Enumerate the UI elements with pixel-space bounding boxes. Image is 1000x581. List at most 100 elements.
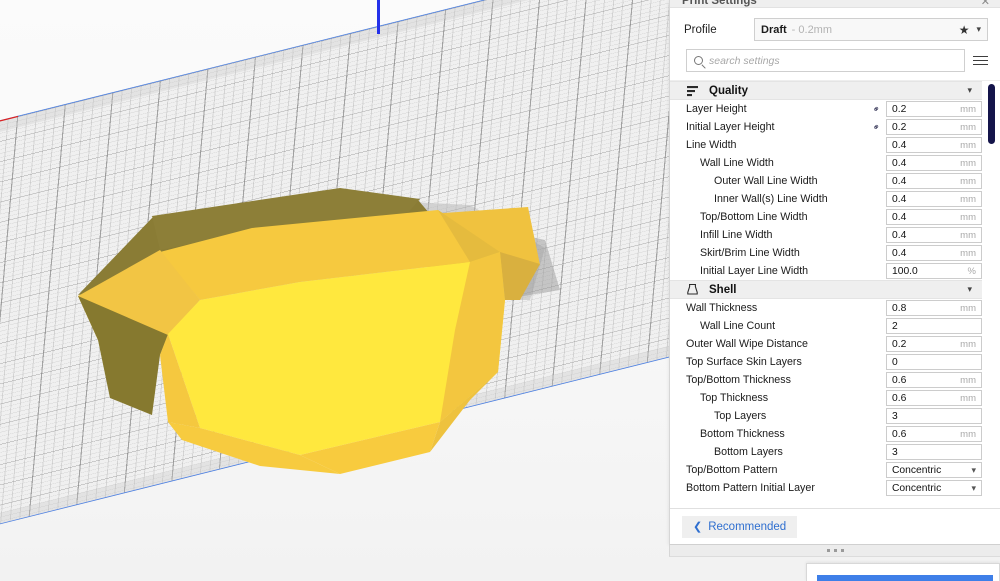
- setting-value-input[interactable]: 0.4 mm: [886, 245, 982, 261]
- setting-label: Inner Wall(s) Line Width: [714, 193, 828, 205]
- model-object[interactable]: [0, 0, 680, 520]
- chevron-down-icon[interactable]: ▾: [971, 465, 976, 476]
- chevron-down-icon[interactable]: ▾: [976, 24, 981, 35]
- setting-unit: mm: [960, 247, 976, 259]
- setting-unit: mm: [960, 338, 976, 350]
- section-header-shell[interactable]: Shell ▾: [670, 280, 982, 299]
- search-input[interactable]: search settings: [686, 49, 965, 72]
- setting-value-input[interactable]: 0.4 mm: [886, 173, 982, 189]
- setting-value: 0.4: [892, 211, 907, 223]
- recommended-button[interactable]: ❮ Recommended: [682, 515, 798, 538]
- setting-row[interactable]: Bottom Pattern Initial Layer Concentric ▾: [670, 479, 982, 497]
- setting-value: Concentric: [892, 464, 942, 476]
- setting-unit: mm: [960, 428, 976, 440]
- setting-value: 0.4: [892, 175, 907, 187]
- setting-row[interactable]: Wall Line Width 0.4 mm: [670, 154, 982, 172]
- setting-row[interactable]: Outer Wall Wipe Distance 0.2 mm: [670, 335, 982, 353]
- setting-value-input[interactable]: 0.4 mm: [886, 227, 982, 243]
- chevron-down-icon[interactable]: ▾: [967, 284, 972, 295]
- setting-value: Concentric: [892, 482, 942, 494]
- setting-value-input[interactable]: 0.4 mm: [886, 209, 982, 225]
- setting-label: Wall Thickness: [686, 302, 758, 314]
- setting-row[interactable]: Top/Bottom Pattern Concentric ▾: [670, 461, 982, 479]
- setting-row[interactable]: Layer Height ⚭ 0.2 mm: [670, 100, 982, 118]
- hamburger-menu-icon[interactable]: [973, 55, 988, 66]
- setting-value-input[interactable]: 0.2 mm: [886, 101, 982, 117]
- setting-row[interactable]: Top/Bottom Thickness 0.6 mm: [670, 371, 982, 389]
- setting-value: 0.6: [892, 428, 907, 440]
- section-header-quality[interactable]: Quality ▾: [670, 81, 982, 100]
- close-icon[interactable]: ✕: [981, 0, 990, 7]
- setting-row[interactable]: Outer Wall Line Width 0.4 mm: [670, 172, 982, 190]
- chevron-down-icon[interactable]: ▾: [971, 483, 976, 494]
- print-settings-panel[interactable]: Print Settings ✕ Profile Draft - 0.2mm ★…: [669, 0, 1000, 545]
- setting-value: 0.4: [892, 193, 907, 205]
- link-chain-icon[interactable]: ⚭: [871, 102, 884, 115]
- link-chain-icon[interactable]: ⚭: [871, 120, 884, 133]
- setting-value-input[interactable]: 0.8 mm: [886, 300, 982, 316]
- setting-value-input[interactable]: 0: [886, 354, 982, 370]
- setting-row[interactable]: Bottom Thickness 0.6 mm: [670, 425, 982, 443]
- setting-value: 2: [892, 320, 898, 332]
- setting-label: Wall Line Count: [700, 320, 776, 332]
- setting-label: Top/Bottom Line Width: [700, 211, 808, 223]
- setting-value-input[interactable]: 0.4 mm: [886, 155, 982, 171]
- setting-value-input[interactable]: 3: [886, 408, 982, 424]
- setting-row[interactable]: Top/Bottom Line Width 0.4 mm: [670, 208, 982, 226]
- search-icon: [694, 56, 703, 65]
- panel-resize-grip[interactable]: [669, 545, 1000, 557]
- chevron-left-icon: ❮: [693, 521, 703, 533]
- setting-value: 0.6: [892, 374, 907, 386]
- setting-select[interactable]: Concentric ▾: [886, 462, 982, 478]
- setting-row[interactable]: Top Thickness 0.6 mm: [670, 389, 982, 407]
- setting-label: Layer Height: [686, 103, 747, 115]
- hamburger-line: [973, 63, 988, 66]
- setting-row[interactable]: Wall Line Count 2: [670, 317, 982, 335]
- bottom-right-panel[interactable]: [806, 563, 1000, 581]
- setting-row[interactable]: Initial Layer Line Width 100.0%: [670, 262, 982, 280]
- setting-value-input[interactable]: 0.4 mm: [886, 191, 982, 207]
- settings-scrollbar[interactable]: [987, 81, 996, 508]
- setting-value-input[interactable]: 0.2 mm: [886, 336, 982, 352]
- setting-label: Skirt/Brim Line Width: [700, 247, 800, 259]
- setting-label: Line Width: [686, 139, 737, 151]
- setting-unit: mm: [960, 302, 976, 314]
- setting-unit: mm: [960, 121, 976, 133]
- setting-unit: mm: [960, 103, 976, 115]
- scrollbar-thumb[interactable]: [988, 84, 995, 144]
- setting-row[interactable]: Initial Layer Height ⚭ 0.2 mm: [670, 118, 982, 136]
- setting-value: 0.2: [892, 103, 907, 115]
- setting-label: Top/Bottom Pattern: [686, 464, 778, 476]
- profile-label: Profile: [684, 23, 717, 36]
- section-title: Shell: [709, 283, 737, 296]
- setting-value-input[interactable]: 0.6 mm: [886, 426, 982, 442]
- setting-row[interactable]: Bottom Layers 3: [670, 443, 982, 461]
- setting-row[interactable]: Skirt/Brim Line Width 0.4 mm: [670, 244, 982, 262]
- setting-row[interactable]: Line Width 0.4 mm: [670, 136, 982, 154]
- setting-value-input[interactable]: 0.6 mm: [886, 390, 982, 406]
- setting-row[interactable]: Wall Thickness 0.8 mm: [670, 299, 982, 317]
- star-icon[interactable]: ★: [959, 24, 970, 36]
- setting-value-input[interactable]: 100.0%: [886, 263, 982, 279]
- progress-bar: [817, 575, 993, 581]
- setting-row[interactable]: Top Layers 3: [670, 407, 982, 425]
- setting-value-input[interactable]: 3: [886, 444, 982, 460]
- setting-value-input[interactable]: 2: [886, 318, 982, 334]
- setting-label: Top Layers: [714, 410, 767, 422]
- setting-select[interactable]: Concentric ▾: [886, 480, 982, 496]
- setting-unit: mm: [960, 374, 976, 386]
- setting-row[interactable]: Top Surface Skin Layers 0: [670, 353, 982, 371]
- chevron-down-icon[interactable]: ▾: [967, 85, 972, 96]
- setting-value: 0: [892, 356, 898, 368]
- setting-value-input[interactable]: 0.4 mm: [886, 137, 982, 153]
- setting-row[interactable]: Inner Wall(s) Line Width 0.4 mm: [670, 190, 982, 208]
- shell-vase-icon: [686, 283, 699, 296]
- setting-value-input[interactable]: 0.6 mm: [886, 372, 982, 388]
- setting-unit: mm: [960, 229, 976, 241]
- setting-row[interactable]: Infill Line Width 0.4 mm: [670, 226, 982, 244]
- setting-unit: mm: [960, 193, 976, 205]
- setting-unit: mm: [960, 392, 976, 404]
- settings-list[interactable]: Quality ▾ Layer Height ⚭ 0.2 mm Initial Layer …: [670, 80, 1000, 508]
- profile-dropdown[interactable]: Draft - 0.2mm ★ ▾: [754, 18, 988, 41]
- setting-value-input[interactable]: 0.2 mm: [886, 119, 982, 135]
